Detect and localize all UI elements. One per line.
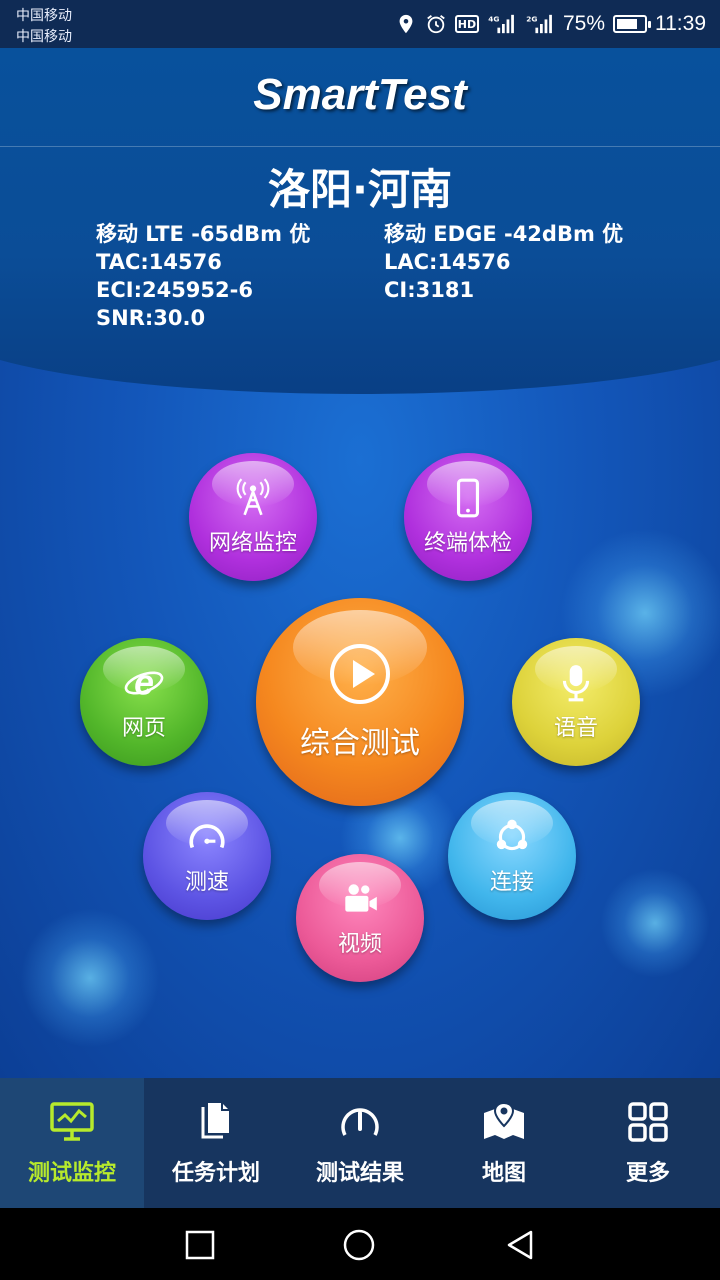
comprehensive-test-label: 综合测试: [300, 726, 420, 761]
carrier-2: 中国移动: [16, 28, 72, 44]
browser-e-icon: e: [124, 663, 164, 703]
terminal-check-label: 终端体检: [423, 531, 512, 556]
grid-icon: [628, 1102, 668, 1142]
svg-text:e: e: [134, 663, 154, 703]
signal-tower-icon: [236, 478, 270, 516]
speed-test-button[interactable]: 测速: [143, 792, 271, 920]
status-bar: 中国移动 中国移动 HD 4G 2G 75% 11:39: [0, 0, 720, 48]
nav-label: 测试结果: [315, 1161, 404, 1186]
share-network-icon: [496, 819, 528, 851]
nav-test-monitor[interactable]: 测试监控: [0, 1078, 144, 1208]
documents-icon: [201, 1103, 229, 1139]
smartphone-icon: [456, 478, 480, 518]
gsm-cell-info: 移动 EDGE -42dBm 优 LAC:14576 CI:3181: [384, 220, 623, 304]
voice-button[interactable]: 语音: [512, 638, 640, 766]
lte-snr: SNR:30.0: [96, 306, 206, 330]
nav-task-plan[interactable]: 任务计划: [144, 1078, 288, 1208]
microphone-icon: [562, 665, 590, 702]
video-button[interactable]: 视频: [296, 854, 424, 982]
system-nav-bar: [0, 1208, 720, 1280]
voice-label: 语音: [553, 716, 598, 741]
location-label: 洛阳·河南: [268, 165, 452, 214]
app-title: SmartTest: [253, 70, 467, 119]
battery-percent: 75%: [562, 12, 605, 35]
lte-signal: 移动 LTE -65dBm 优: [96, 222, 311, 246]
video-label: 视频: [337, 932, 382, 957]
speed-test-label: 测速: [184, 870, 229, 895]
nav-label: 测试监控: [27, 1161, 116, 1186]
network-monitor-button[interactable]: 网络监控: [189, 453, 317, 581]
speedometer-icon: [189, 824, 225, 849]
nav-map[interactable]: 地图: [432, 1078, 576, 1208]
connect-label: 连接: [489, 870, 534, 895]
map-pin-icon: [484, 1101, 524, 1139]
play-icon: [330, 644, 390, 704]
lte-eci: ECI:245952-6: [96, 278, 253, 302]
carrier-1: 中国移动: [16, 7, 72, 23]
bottom-nav: 测试监控 任务计划 测试结果 地图 更多: [0, 1078, 720, 1208]
signal-2g-icon: 2G: [526, 14, 552, 34]
gauge-icon: [341, 1108, 379, 1136]
alarm-icon: [427, 15, 445, 34]
net-2-label: 2G: [526, 14, 537, 23]
status-icons: HD 4G 2G 75% 11:39: [395, 9, 706, 39]
video-camera-icon: [345, 884, 377, 912]
nav-label: 地图: [481, 1161, 526, 1186]
recent-apps-icon[interactable]: [183, 1228, 217, 1262]
net-1-label: 4G: [488, 14, 499, 23]
battery-icon: [613, 15, 651, 33]
nav-label: 更多: [625, 1161, 670, 1186]
nav-more[interactable]: 更多: [576, 1078, 720, 1208]
gsm-lac: LAC:14576: [384, 250, 511, 274]
location-icon: [399, 14, 413, 34]
bg-glow: [600, 868, 710, 978]
connect-button[interactable]: 连接: [448, 792, 576, 920]
home-icon[interactable]: [342, 1228, 376, 1262]
nav-label: 任务计划: [171, 1161, 260, 1186]
signal-4g-icon: 4G: [488, 14, 514, 34]
hd-badge: HD: [454, 15, 479, 33]
title-divider: [0, 146, 720, 147]
lte-cell-info: 移动 LTE -65dBm 优 TAC:14576 ECI:245952-6 S…: [96, 220, 310, 332]
bg-glow: [20, 908, 160, 1048]
web-label: 网页: [121, 716, 166, 741]
web-button[interactable]: e 网页: [80, 638, 208, 766]
lte-tac: TAC:14576: [96, 250, 222, 274]
back-icon[interactable]: [503, 1228, 537, 1262]
gsm-ci: CI:3181: [384, 278, 475, 302]
comprehensive-test-button[interactable]: 综合测试: [256, 598, 464, 806]
monitor-icon: [50, 1102, 94, 1141]
network-monitor-label: 网络监控: [208, 531, 297, 556]
nav-test-results[interactable]: 测试结果: [288, 1078, 432, 1208]
clock: 11:39: [655, 12, 706, 35]
main-area: SmartTest 洛阳·河南 移动 LTE -65dBm 优 TAC:1457…: [0, 48, 720, 1078]
terminal-check-button[interactable]: 终端体检: [404, 453, 532, 581]
gsm-signal: 移动 EDGE -42dBm 优: [384, 222, 624, 246]
